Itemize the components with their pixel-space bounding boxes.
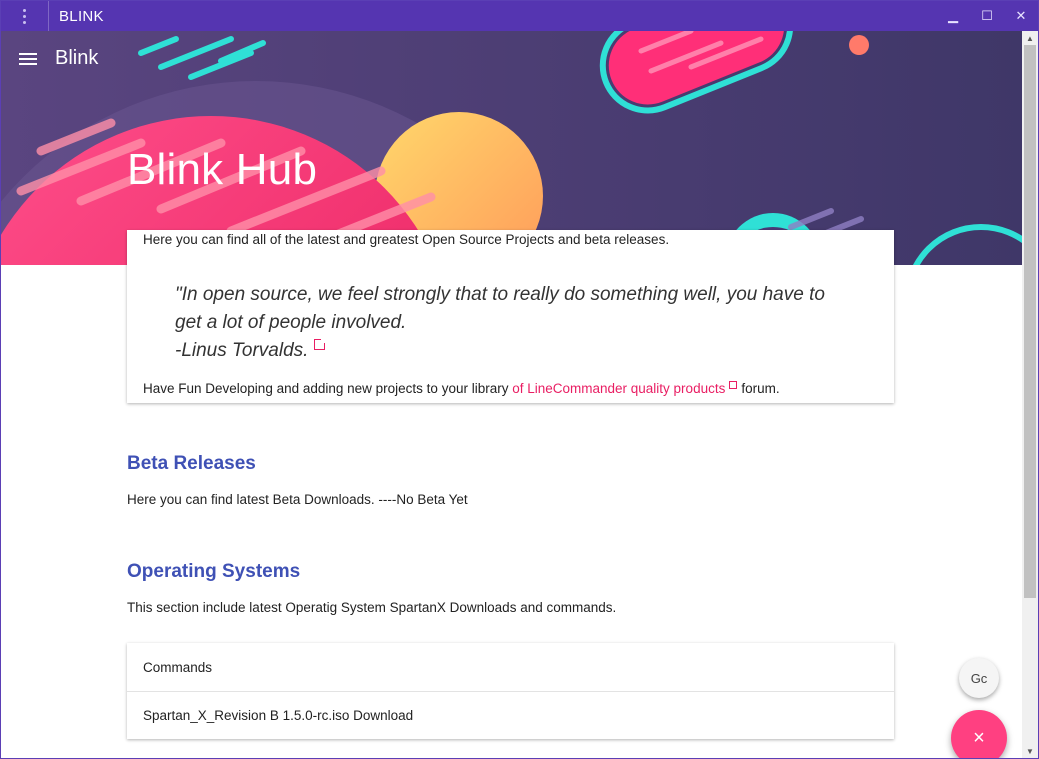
menu-icon[interactable] — [19, 52, 37, 65]
close-fab[interactable]: × — [951, 710, 1007, 758]
scroll-down-icon[interactable]: ▼ — [1022, 744, 1038, 758]
more-vert-icon — [23, 8, 26, 24]
app-window: BLINK ▁ ☐ ✕ Blink Blink Hub Here you can… — [0, 0, 1039, 759]
scroll-up-icon[interactable]: ▲ — [1022, 31, 1038, 45]
minimize-button[interactable]: ▁ — [936, 1, 970, 31]
closing-prefix: Have Fun Developing and adding new proje… — [143, 381, 513, 396]
quote-line: "In open source, we feel strongly that t… — [175, 284, 825, 305]
list-item-commands[interactable]: Commands — [127, 643, 894, 691]
window-title: BLINK — [59, 7, 104, 25]
os-text: This section include latest Operatig Sys… — [127, 600, 617, 615]
closing-suffix: forum. — [741, 381, 780, 396]
vertical-scrollbar[interactable]: ▲ ▼ — [1022, 31, 1038, 758]
maximize-button[interactable]: ☐ — [970, 1, 1004, 31]
external-link-icon[interactable] — [729, 381, 738, 389]
closing-text: Have Fun Developing and adding new proje… — [143, 381, 780, 396]
title-bar: BLINK ▁ ☐ ✕ — [1, 1, 1038, 31]
products-link[interactable]: of LineCommander quality products — [512, 381, 725, 396]
scrollbar-thumb[interactable] — [1024, 45, 1036, 598]
quote-line: get a lot of people involved. — [175, 312, 407, 333]
brand-label: Blink — [55, 47, 99, 69]
external-link-icon[interactable] — [314, 338, 327, 350]
intro-text: Here you can find all of the latest and … — [143, 232, 670, 247]
quote-block: "In open source, we feel strongly that t… — [175, 281, 878, 365]
close-button[interactable]: ✕ — [1004, 1, 1038, 31]
list-item-download[interactable]: Spartan_X_Revision B 1.5.0-rc.iso Downlo… — [127, 691, 894, 739]
app-toolbar: Blink — [19, 47, 98, 70]
beta-text: Here you can find latest Beta Downloads.… — [127, 492, 468, 507]
page-title: Blink Hub — [127, 145, 318, 194]
os-heading: Operating Systems — [127, 561, 301, 582]
secondary-fab[interactable]: Gc — [959, 658, 999, 698]
quote-author: -Linus Torvalds. — [175, 340, 309, 361]
app-menu-button[interactable] — [1, 1, 49, 31]
page-content: Blink Blink Hub Here you can find all of… — [1, 31, 1022, 758]
intro-card: Here you can find all of the latest and … — [127, 230, 894, 403]
os-downloads-card: Commands Spartan_X_Revision B 1.5.0-rc.i… — [127, 643, 894, 739]
beta-heading: Beta Releases — [127, 453, 256, 474]
